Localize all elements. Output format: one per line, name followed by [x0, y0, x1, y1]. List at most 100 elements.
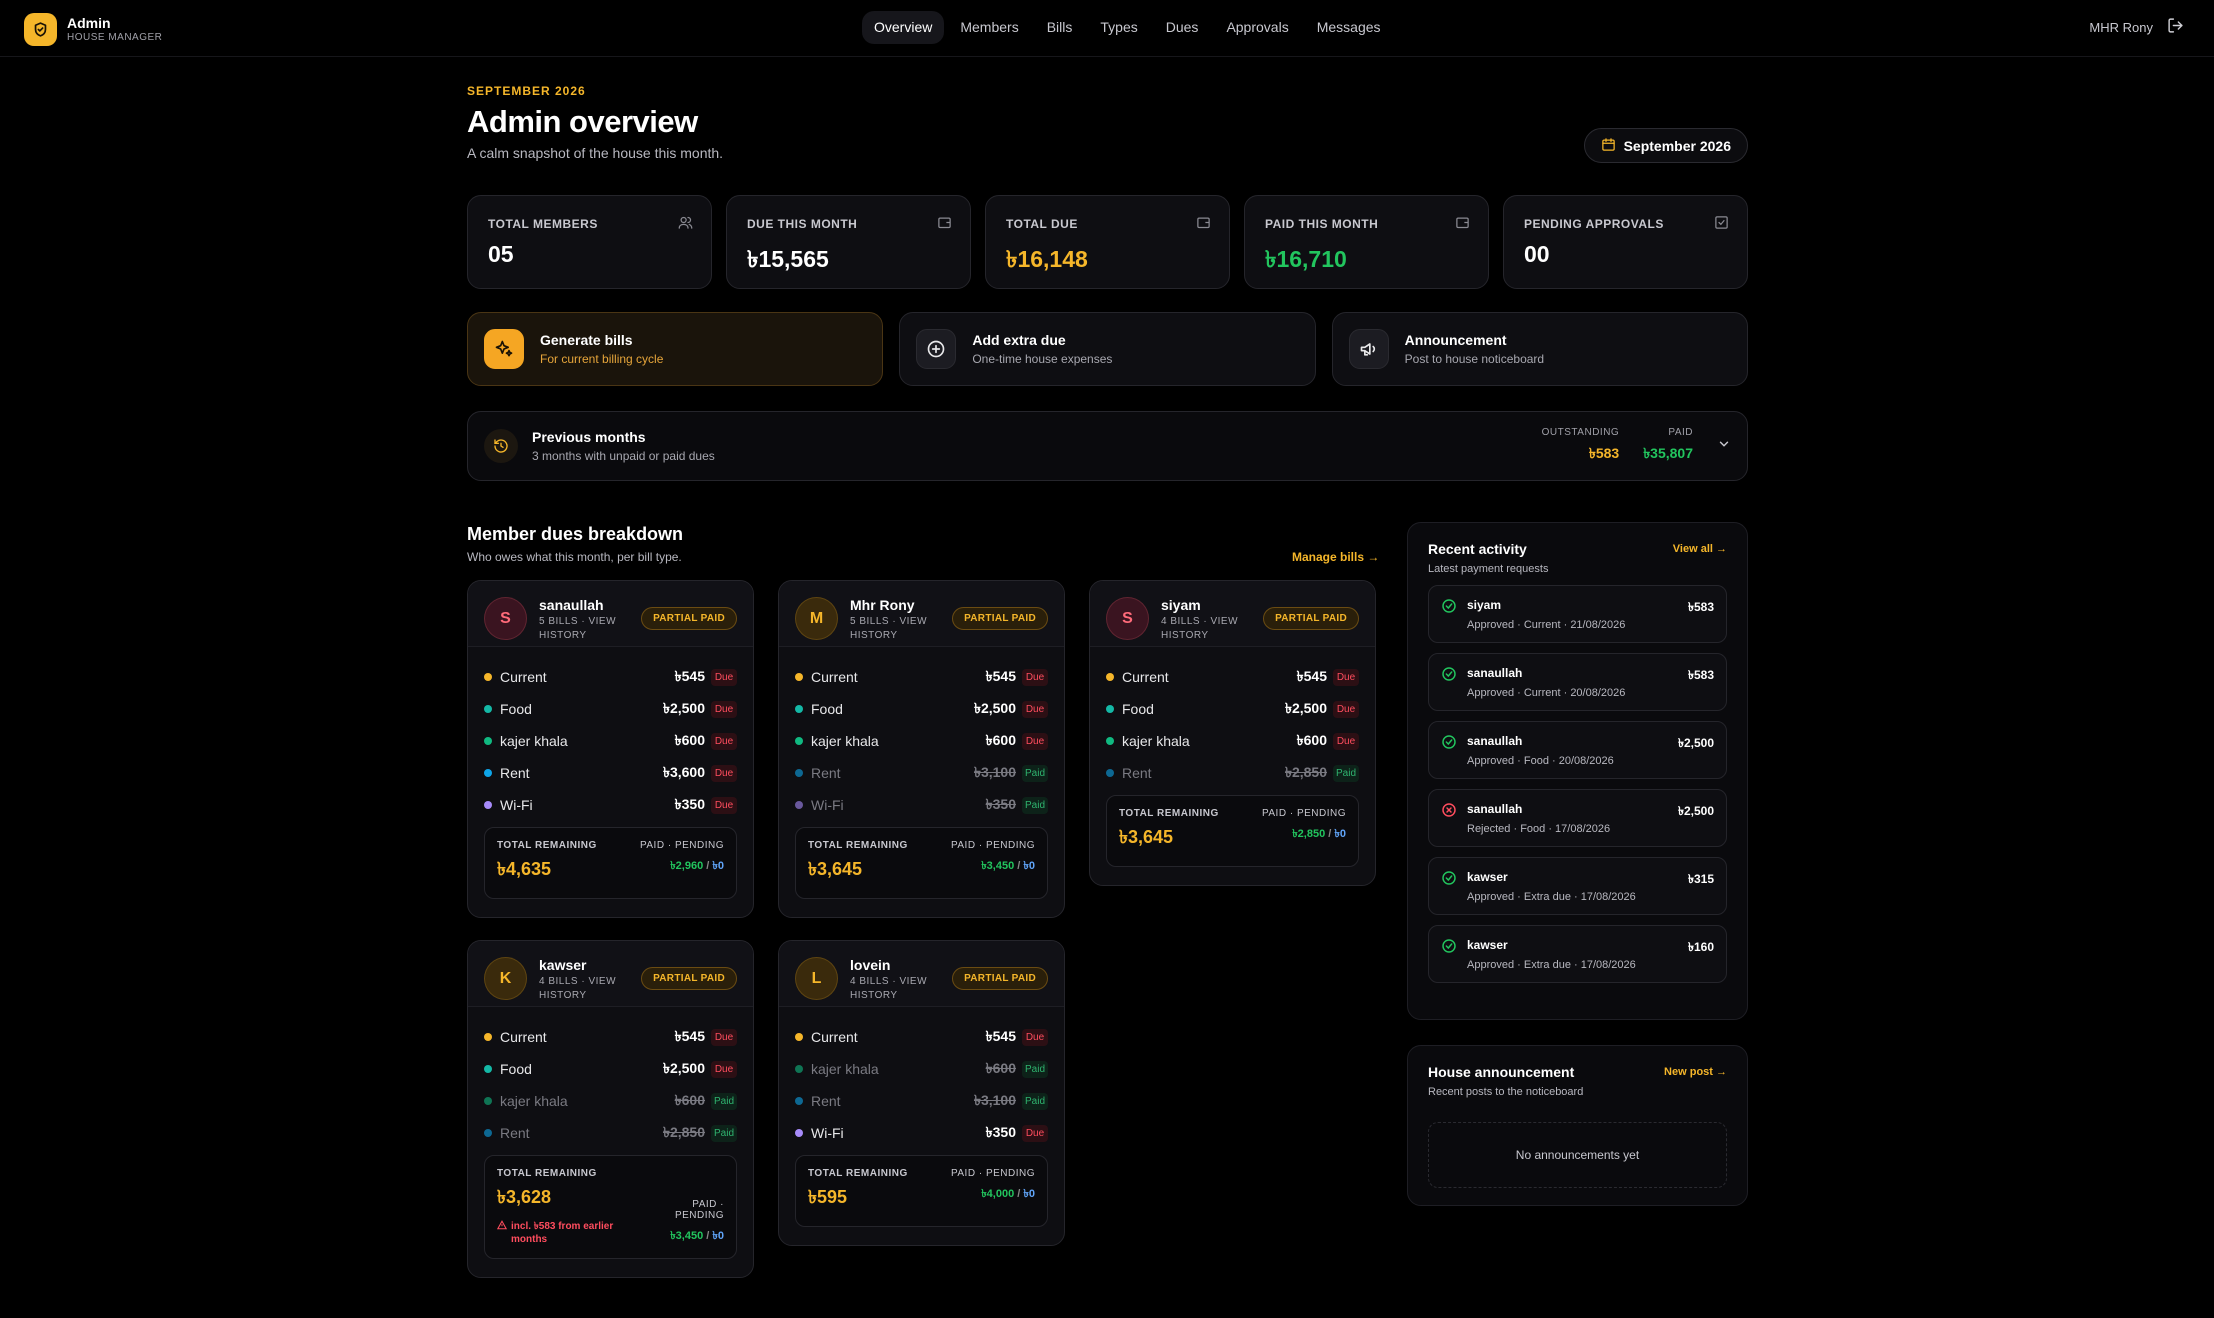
nav-bills[interactable]: Bills: [1035, 11, 1085, 44]
nav-dues[interactable]: Dues: [1154, 11, 1211, 44]
paid-pending-label: PAID · PENDING: [674, 1199, 724, 1221]
previous-months-toggle[interactable]: Previous months 3 months with unpaid or …: [467, 411, 1748, 481]
pending-amount: ৳0: [1334, 828, 1346, 840]
status-badge: PARTIAL PAID: [952, 607, 1048, 630]
nav-approvals[interactable]: Approvals: [1214, 11, 1300, 44]
brand-subtitle: HOUSE MANAGER: [67, 32, 163, 43]
bill-status-tag: Due: [711, 700, 737, 718]
remaining-summary: TOTAL REMAINING ৳3,628 incl. ৳583 from e…: [484, 1155, 737, 1259]
action-subtitle: One-time house expenses: [972, 352, 1113, 366]
logout-icon[interactable]: [2167, 17, 2184, 37]
view-all-link[interactable]: View all →: [1673, 543, 1727, 555]
member-name: lovein: [850, 957, 891, 973]
bill-type-label: Rent: [811, 765, 841, 781]
month-picker[interactable]: September 2026: [1583, 128, 1748, 163]
remaining-summary: TOTAL REMAINING ৳3,645 PAID · PENDING ৳2…: [1106, 795, 1359, 867]
brand[interactable]: Admin HOUSE MANAGER: [24, 13, 162, 46]
bill-type-label: Food: [1122, 701, 1154, 717]
bill-status-tag: Paid: [711, 1092, 737, 1110]
calendar-icon: [1601, 137, 1616, 155]
status-badge: PARTIAL PAID: [1263, 607, 1359, 630]
paid-pending-label: PAID · PENDING: [950, 840, 1035, 851]
bill-type-dot: [484, 673, 492, 681]
stat-pending-approvals: PENDING APPROVALS 00: [1503, 195, 1748, 289]
bill-amount: ৳600: [985, 1060, 1016, 1076]
paid-pending-label: PAID · PENDING: [639, 840, 724, 851]
users-icon: [678, 215, 693, 235]
add-extra-due-button[interactable]: Add extra due One-time house expenses: [899, 312, 1316, 386]
bill-type-label: kajer khala: [811, 733, 879, 749]
remaining-summary: TOTAL REMAINING ৳3,645 PAID · PENDING ৳3…: [795, 827, 1048, 899]
announcement-button[interactable]: Announcement Post to house noticeboard: [1331, 312, 1748, 386]
nav-messages[interactable]: Messages: [1305, 11, 1393, 44]
activity-item[interactable]: sanaullah Rejected · Food · 17/08/2026 ৳…: [1428, 789, 1727, 847]
bill-type-label: Rent: [1122, 765, 1152, 781]
activity-member: sanaullah: [1467, 666, 1523, 680]
stat-due-this-month: DUE THIS MONTH ৳15,565: [726, 195, 971, 289]
nav-types[interactable]: Types: [1088, 11, 1149, 44]
new-post-link[interactable]: New post →: [1664, 1066, 1727, 1078]
activity-member: sanaullah: [1467, 734, 1523, 748]
manage-bills-link[interactable]: Manage bills →: [1292, 550, 1379, 564]
page-title: Admin overview: [467, 104, 698, 139]
stat-total-due: TOTAL DUE ৳16,148: [985, 195, 1230, 289]
previous-months-title: Previous months: [532, 429, 646, 445]
activity-item[interactable]: sanaullah Approved · Food · 20/08/2026 ৳…: [1428, 721, 1727, 779]
earlier-months-note: incl. ৳583 from earlier months: [511, 1221, 614, 1245]
view-history-link[interactable]: 4 BILLS · VIEW HISTORY: [850, 975, 940, 1003]
view-history-link[interactable]: 5 BILLS · VIEW HISTORY: [850, 615, 940, 643]
bill-list: Current ৳545 Due Food ৳2,500 Due kajer k…: [468, 647, 753, 821]
paid-amount: ৳3,450: [670, 1230, 704, 1242]
activity-amount: ৳2,500: [1677, 804, 1714, 818]
shield-icon: [24, 13, 57, 46]
paid-value: ৳35,807: [1643, 444, 1693, 461]
nav-overview[interactable]: Overview: [862, 11, 945, 44]
bill-amount: ৳2,500: [973, 700, 1016, 716]
bill-list: Current ৳545 Due Food ৳2,500 Due kajer k…: [1090, 647, 1375, 789]
action-subtitle: For current billing cycle: [540, 352, 664, 366]
bill-row: Rent ৳2,850 Paid: [1106, 757, 1359, 789]
activity-item[interactable]: kawser Approved · Extra due · 17/08/2026…: [1428, 925, 1727, 983]
bill-status-tag: Due: [711, 1060, 737, 1078]
nav-members[interactable]: Members: [948, 11, 1030, 44]
activity-item[interactable]: kawser Approved · Extra due · 17/08/2026…: [1428, 857, 1727, 915]
x-circle-icon: [1441, 802, 1457, 834]
bill-type-label: Current: [1122, 669, 1169, 685]
remaining-value: ৳3,628: [497, 1187, 552, 1207]
bill-status-tag: Due: [711, 1028, 737, 1046]
member-card-header: S sanaullah 5 BILLS · VIEW HISTORY PARTI…: [468, 581, 753, 647]
view-history-link[interactable]: 4 BILLS · VIEW HISTORY: [539, 975, 629, 1003]
chevron-down-icon[interactable]: [1717, 437, 1731, 456]
user-name[interactable]: MHR Rony: [2089, 20, 2153, 35]
bill-row: Wi-Fi ৳350 Due: [795, 1117, 1048, 1149]
paid-amount: ৳3,450: [981, 860, 1015, 872]
view-history-link[interactable]: 5 BILLS · VIEW HISTORY: [539, 615, 629, 643]
earlier-months-warning: incl. ৳583 from earlier months: [496, 1220, 617, 1246]
generate-bills-button[interactable]: Generate bills For current billing cycle: [467, 312, 884, 386]
bill-status-tag: Due: [1022, 1124, 1048, 1142]
activity-detail: Approved · Food · 20/08/2026: [1467, 755, 1614, 767]
stats-row: TOTAL MEMBERS 05 DUE THIS MONTH ৳15,565 …: [467, 195, 1748, 289]
bill-type-label: Wi-Fi: [811, 1125, 844, 1141]
activity-member: siyam: [1467, 598, 1502, 612]
bill-type-label: Rent: [500, 1125, 530, 1141]
month-picker-label: September 2026: [1623, 137, 1731, 154]
announcement-subtitle: Recent posts to the noticeboard: [1428, 1086, 1584, 1098]
activity-item[interactable]: sanaullah Approved · Current · 20/08/202…: [1428, 653, 1727, 711]
status-badge: PARTIAL PAID: [641, 967, 737, 990]
member-card: S sanaullah 5 BILLS · VIEW HISTORY PARTI…: [467, 580, 754, 918]
bill-amount: ৳600: [674, 1092, 705, 1108]
view-history-link[interactable]: 4 BILLS · VIEW HISTORY: [1161, 615, 1251, 643]
activity-detail: Rejected · Food · 17/08/2026: [1467, 823, 1611, 835]
bill-type-label: Wi-Fi: [811, 797, 844, 813]
bill-status-tag: Paid: [1333, 764, 1359, 782]
bill-amount: ৳2,500: [662, 1060, 705, 1076]
activity-amount: ৳160: [1688, 940, 1714, 954]
activity-item[interactable]: siyam Approved · Current · 21/08/2026 ৳5…: [1428, 585, 1727, 643]
member-card: L lovein 4 BILLS · VIEW HISTORY PARTIAL …: [778, 940, 1065, 1246]
bill-amount: ৳3,600: [662, 764, 705, 780]
remaining-value: ৳3,645: [808, 859, 863, 879]
member-card: S siyam 4 BILLS · VIEW HISTORY PARTIAL P…: [1089, 580, 1376, 886]
bill-amount: ৳2,850: [662, 1124, 705, 1140]
member-card: M Mhr Rony 5 BILLS · VIEW HISTORY PARTIA…: [778, 580, 1065, 918]
